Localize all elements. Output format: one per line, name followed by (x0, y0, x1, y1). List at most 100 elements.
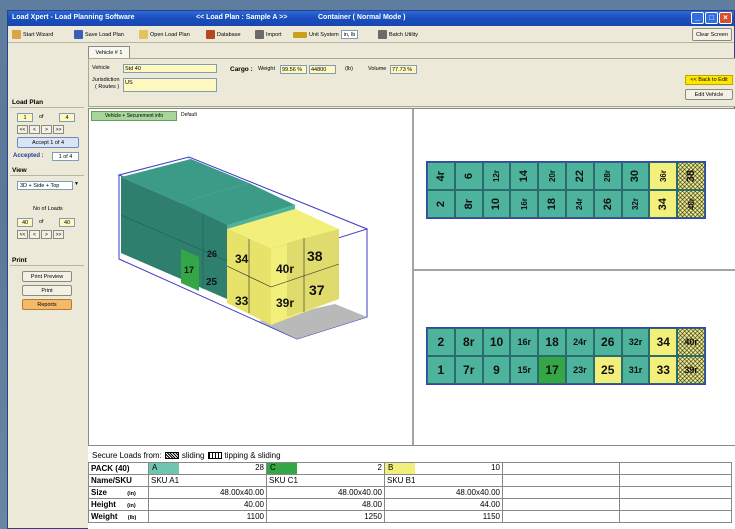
size-b: 48.00x40.00 (384, 486, 503, 499)
print-button[interactable]: Print (22, 285, 72, 296)
legend-tipping: tipping & sliding (224, 451, 281, 460)
cargo-box-label: 12r (491, 169, 501, 182)
plan-prev-button[interactable]: < (29, 125, 40, 134)
plan-next-button[interactable]: > (41, 125, 52, 134)
print-preview-button[interactable]: Print Preview (22, 271, 72, 282)
table-row: PACK (40) A 28 C 2 B 10 (88, 462, 732, 475)
sku-c: SKU C1 (266, 474, 385, 487)
unit-system-control[interactable]: Unit System in, lb (293, 29, 359, 40)
cargo-box: 23r (565, 356, 594, 384)
minimize-button[interactable]: _ (691, 12, 704, 24)
database-button[interactable]: Database (206, 29, 241, 40)
cargo-box: 8r (454, 328, 483, 356)
pack-summary-table: PACK (40) A 28 C 2 B 10 Name/SKU SKU A1 … (88, 462, 732, 523)
load-plan-heading: Load Plan (12, 99, 44, 106)
plan-of-label: of (39, 114, 44, 120)
folder-icon (139, 30, 148, 39)
empty-cell (619, 474, 732, 487)
edit-vehicle-button[interactable]: Edit Vehicle (685, 89, 733, 100)
loads-last-button[interactable]: >> (53, 230, 64, 239)
cargo-box-label: 24r (573, 337, 587, 347)
reports-button[interactable]: Reports (22, 299, 72, 310)
clear-screen-button[interactable]: Clear Screen (692, 28, 732, 41)
batch-utility-button[interactable]: Batch Utility (378, 29, 418, 40)
accept-button[interactable]: Accept 1 of 4 (17, 137, 79, 148)
maximize-button[interactable]: □ (705, 12, 718, 24)
plan-nav: << < > >> (17, 125, 64, 134)
box-label-3d: 26 (207, 249, 217, 259)
close-button[interactable]: × (719, 12, 732, 24)
import-button[interactable]: Import (255, 29, 282, 40)
plan-first-button[interactable]: << (17, 125, 28, 134)
tab-vehicle-1[interactable]: Vehicle # 1 (88, 46, 130, 58)
empty-cell (502, 474, 620, 487)
cargo-box-label: 10 (490, 197, 503, 211)
empty-cell (502, 462, 620, 475)
vehicle-field[interactable]: Std 40 (123, 64, 217, 73)
unit-system-value[interactable]: in, lb (340, 30, 359, 39)
open-load-plan-button[interactable]: Open Load Plan (139, 29, 190, 40)
plan-total-field: 4 (59, 113, 75, 122)
cargo-box: 33 (649, 356, 678, 384)
jurisdiction-field[interactable]: US (123, 78, 217, 92)
pack-count-b: 10 (491, 463, 500, 472)
cargo-box-label: 24r (575, 197, 585, 210)
cargo-box: 6 (454, 162, 483, 190)
loads-first-button[interactable]: << (17, 230, 28, 239)
start-wizard-label: Start Wizard (23, 31, 54, 38)
no-of-loads-label: No of Loads (33, 206, 63, 212)
loads-prev-button[interactable]: < (29, 230, 40, 239)
plan-last-button[interactable]: >> (53, 125, 64, 134)
cargo-box-label: 6 (462, 172, 475, 180)
load-view-area: Vehicle + Securement info Default 34 40r… (88, 108, 735, 446)
tipping-icon (207, 452, 222, 459)
import-icon (255, 30, 264, 39)
view-3d: 34 40r 38 33 39r 37 25 17 26 (117, 156, 369, 340)
view-select[interactable]: 3D + Side + Top (17, 181, 73, 190)
empty-cell (619, 498, 732, 511)
legend-prefix: Secure Loads from: (92, 451, 162, 460)
cargo-box-label: 16r (517, 337, 532, 347)
box-label-3d: 33 (235, 294, 249, 308)
plan-current-field[interactable]: 1 (17, 113, 33, 122)
height-label: Height (91, 500, 116, 509)
weight-b: 1150 (384, 510, 503, 523)
table-row: Height (in) 40.00 48.00 44.00 (88, 498, 732, 511)
table-row: Name/SKU SKU A1 SKU C1 SKU B1 (88, 474, 732, 487)
pack-code-a: A (149, 463, 179, 474)
cargo-box-label: 32r (628, 337, 643, 347)
cargo-box: 26 (593, 190, 622, 218)
cargo-box-label: 20r (547, 169, 557, 182)
pack-code-b: B (385, 463, 415, 474)
sliding-icon (164, 452, 179, 459)
cargo-box: 2 (427, 190, 455, 218)
pack-label: PACK (40) (88, 462, 149, 475)
pack-cell-b: B 10 (384, 462, 503, 475)
cargo-box: 34 (649, 190, 678, 218)
loads-current-field[interactable]: 40 (17, 218, 33, 227)
cargo-box: 22 (565, 162, 594, 190)
tab-vehicle-securement[interactable]: Vehicle + Securement info (91, 111, 177, 121)
chevron-down-icon[interactable]: ▼ (74, 181, 79, 187)
loads-next-button[interactable]: > (41, 230, 52, 239)
size-unit: (in) (127, 491, 136, 497)
cargo-box-label: 26 (601, 335, 615, 349)
container-title: Container ( Normal Mode ) (318, 14, 406, 21)
sku-a: SKU A1 (148, 474, 267, 487)
cargo-box-label: 28r (603, 169, 613, 182)
save-load-plan-button[interactable]: Save Load Plan (74, 29, 124, 40)
cargo-box-label: 34 (656, 335, 670, 349)
cargo-box-label: 40r (686, 197, 696, 210)
empty-cell (502, 510, 620, 523)
cargo-box-label: 30 (629, 169, 642, 183)
start-wizard-button[interactable]: Start Wizard (12, 29, 53, 40)
cargo-box-label: 31r (628, 365, 643, 375)
divider (10, 175, 84, 176)
size-label: Size (91, 488, 108, 497)
back-to-edit-button[interactable]: << Back to Edit (685, 75, 733, 85)
accepted-label: Accepted : (13, 153, 44, 159)
cargo-box: 2 (427, 328, 455, 356)
table-row: Weight (lb) 1100 1250 1150 (88, 510, 732, 523)
cargo-box-label: 9 (493, 363, 500, 377)
tab-default[interactable]: Default (181, 112, 197, 118)
